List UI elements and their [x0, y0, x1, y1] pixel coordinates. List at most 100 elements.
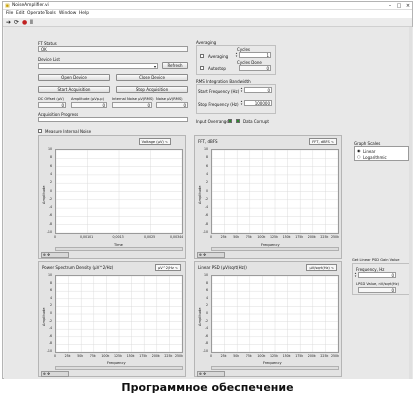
fft-y-tick-label: -2	[204, 196, 208, 201]
voltage-grid	[56, 150, 182, 233]
radio-log-icon[interactable]: ○	[357, 154, 361, 159]
linear-psd-graph: Linear PSD (μV/sqrt(Hz)) μV/sqrt(Hz) ∿ A…	[194, 261, 342, 377]
lpsd-x-tick-label: 225k	[320, 354, 329, 358]
fft-y-tick-label: -10	[202, 230, 208, 234]
measure-internal-noise-label: Measure Internal Noise	[45, 129, 92, 134]
stop-frequency-field[interactable]: 100000	[244, 100, 272, 106]
voltage-legend[interactable]: Voltage (μV) ∿	[138, 138, 171, 145]
psd-plot-area[interactable]	[55, 275, 183, 353]
run-continuous-icon[interactable]: ⟳	[14, 19, 19, 26]
lpsd-plot-area[interactable]	[211, 275, 339, 353]
scale-option-linear[interactable]: Linear	[363, 149, 375, 154]
fft-x-tick-label: 50k	[233, 235, 240, 239]
menu-window[interactable]: Window	[59, 11, 76, 16]
menu-operate[interactable]: Operate	[27, 11, 45, 16]
voltage-legend-label: Voltage (μV)	[141, 140, 164, 144]
zoom-icon[interactable]: ⊕	[199, 372, 202, 376]
fft-x-tick-label: 75k	[245, 235, 252, 239]
zoom-icon[interactable]: ⊕	[43, 253, 46, 257]
data-corrupt-label: Data Corrupt	[243, 119, 269, 124]
voltage-y-tick-label: -8	[48, 221, 52, 226]
pause-icon[interactable]: Ⅱ	[30, 19, 33, 26]
fft-legend[interactable]: FFT, dBFS ∿	[309, 138, 337, 145]
voltage-x-tick-label: 0,00101	[80, 235, 94, 239]
zoom-icon[interactable]: ⊕	[199, 253, 202, 257]
scale-option-logarithmic[interactable]: Logarithmic	[363, 155, 387, 160]
menu-help[interactable]: Help	[79, 11, 89, 16]
fft-y-tick-label: -4	[204, 205, 208, 210]
abort-icon[interactable]: ●	[22, 19, 27, 26]
maximize-icon[interactable]: □	[395, 3, 403, 9]
psd-legend[interactable]: μV^2/Hz ∿	[154, 264, 181, 271]
open-device-button[interactable]: Open Device	[38, 74, 110, 81]
fft-x-tick-label: 25k	[220, 235, 227, 239]
close-icon[interactable]: ×	[404, 3, 412, 9]
lpsd-x-tick-label: 150k	[282, 354, 291, 358]
measure-internal-noise-checkbox[interactable]	[38, 129, 42, 133]
menu-bar: File Edit Operate Tools Window Help	[3, 10, 412, 18]
noise-label: Noise μV(RMS)	[156, 97, 183, 101]
lpsd-value-field: 0	[358, 287, 396, 293]
fft-y-tick-label: 0	[205, 188, 208, 193]
lpsd-y-tick-label: 8	[205, 280, 208, 285]
voltage-y-axis-label: Amplitude	[42, 185, 46, 204]
start-acquisition-button[interactable]: Start Acquisition	[38, 86, 110, 93]
radio-linear-icon[interactable]: ◉	[357, 148, 361, 153]
lpsd-legend[interactable]: μV/sqrt(Hz) ∿	[306, 264, 337, 271]
close-device-button[interactable]: Close Device	[116, 74, 188, 81]
start-frequency-field[interactable]: 0	[244, 87, 272, 93]
acquisition-progress-bar	[38, 117, 188, 122]
menu-file[interactable]: File	[6, 11, 13, 16]
lpsd-graph-palette[interactable]: ⊕ ✥	[197, 371, 225, 377]
voltage-y-tick-label: -2	[48, 196, 52, 201]
psd-y-tick-label: -8	[48, 341, 52, 346]
cycles-spinner[interactable]: ▴ ▾	[235, 52, 238, 58]
figure-caption: Программное обеспечение	[121, 381, 294, 394]
psd-graph-palette[interactable]: ⊕ ✥	[41, 371, 69, 377]
psd-y-tick-label: 6	[49, 288, 52, 293]
averaging-checkbox[interactable]	[200, 54, 204, 58]
fft-x-tick-label: 250k	[331, 235, 339, 239]
fft-x-tick-label: 150k	[282, 235, 291, 239]
stop-acquisition-button[interactable]: Stop Acquisition	[116, 86, 188, 93]
start-frequency-spinner[interactable]: ▴ ▾	[240, 87, 243, 93]
lpsd-legend-label: μV/sqrt(Hz)	[309, 266, 330, 270]
pan-icon[interactable]: ✥	[203, 372, 206, 376]
lpsd-y-tick-label: -2	[204, 318, 208, 323]
lpsd-x-tick-label: 50k	[233, 354, 240, 358]
frequency-spinner[interactable]: ▴ ▾	[354, 272, 357, 278]
menu-edit[interactable]: Edit	[16, 11, 25, 16]
fft-plot-area[interactable]	[211, 149, 339, 234]
vertical-scrollbar[interactable]	[409, 27, 412, 379]
frequency-hz-field[interactable]: 0	[358, 272, 396, 278]
minimize-icon[interactable]: –	[386, 3, 394, 9]
voltage-x-tick-label: 0	[54, 235, 57, 239]
voltage-graph-palette[interactable]: ⊕ ✥	[41, 252, 69, 258]
voltage-plot-area[interactable]	[55, 149, 183, 234]
refresh-button[interactable]: Refresh	[162, 62, 188, 69]
cycles-field[interactable]: 1	[239, 52, 271, 58]
lpsd-y-tick-label: -10	[202, 349, 208, 353]
fft-x-tick-label: 175k	[295, 235, 304, 239]
stop-frequency-spinner[interactable]: ▴ ▾	[240, 100, 243, 106]
fft-graph-palette[interactable]: ⊕ ✥	[197, 252, 225, 258]
graph-scales-selector[interactable]: ◉ Linear ○ Logarithmic	[354, 146, 409, 161]
dc-offset-label: DC Offset (μV)	[38, 97, 64, 101]
app-window: ▣ NoiseAmplifier.vi – □ × File Edit Oper…	[2, 1, 413, 379]
pan-icon[interactable]: ✥	[203, 253, 206, 257]
lpsd-scrollbar[interactable]	[211, 366, 339, 370]
psd-scrollbar[interactable]	[55, 366, 183, 370]
zoom-icon[interactable]: ⊕	[43, 372, 46, 376]
autostop-checkbox[interactable]	[200, 66, 204, 70]
device-list-select[interactable]: ▾	[38, 63, 158, 69]
menu-tools[interactable]: Tools	[45, 11, 56, 16]
psd-y-tick-label: -10	[46, 349, 52, 353]
fft-y-axis-label: Amplitude	[198, 185, 202, 204]
run-arrow-icon[interactable]: ➔	[6, 19, 11, 26]
fft-scrollbar[interactable]	[211, 247, 339, 251]
pan-icon[interactable]: ✥	[47, 372, 50, 376]
pan-icon[interactable]: ✥	[47, 253, 50, 257]
voltage-scrollbar[interactable]	[55, 247, 183, 251]
toolbar: ➔ ⟳ ● Ⅱ	[3, 18, 412, 27]
psd-y-axis-label: Amplitude	[42, 307, 46, 326]
